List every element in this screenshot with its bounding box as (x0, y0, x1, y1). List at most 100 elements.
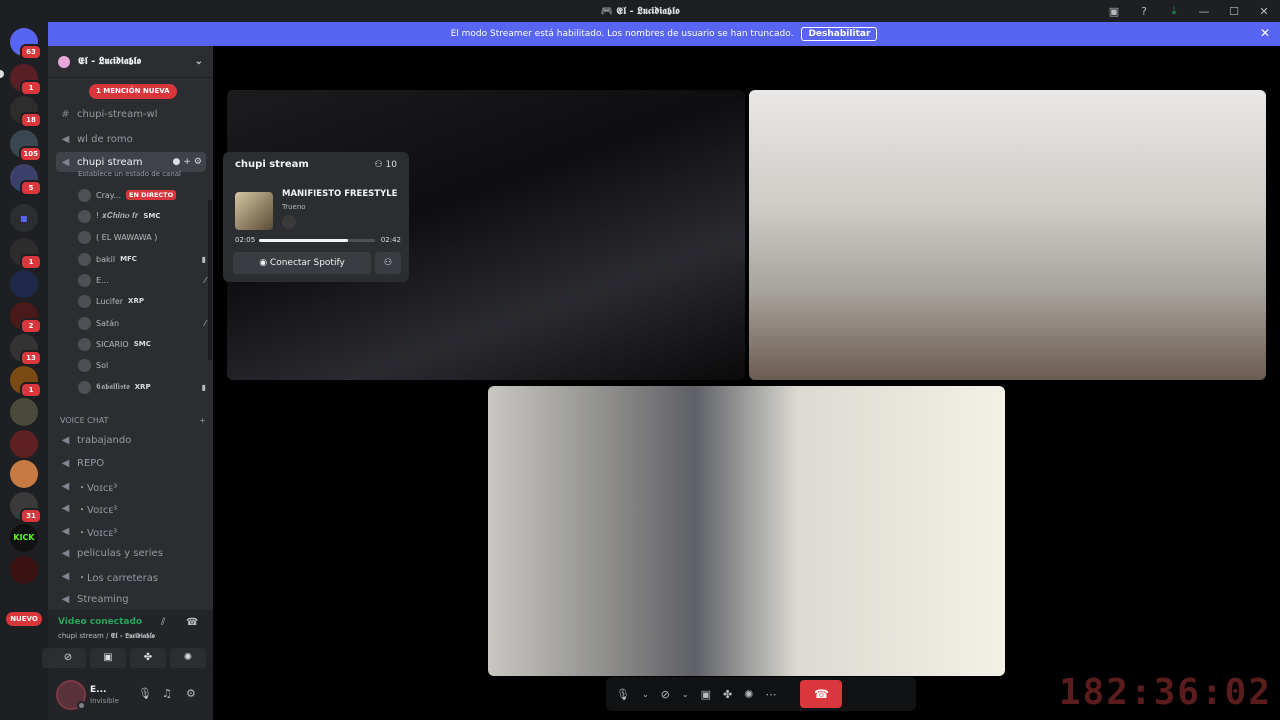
speaker-icon: ◀ (61, 593, 70, 605)
guild-header[interactable]: 𝕰𝖑 - 𝕷𝖚𝖈𝖎𝖉𝖎𝖆𝖇𝖑𝖔 ⌄ (48, 46, 213, 78)
voice-member[interactable]: Lucifer XRP (78, 292, 206, 310)
activities-button[interactable]: ✤ (130, 648, 166, 668)
server-icon[interactable] (10, 270, 38, 298)
call-controls: 🎙 ⌄ ⊘ ⌄ ▣ ✤ ✺ ⋯ ☎ (606, 677, 916, 711)
help-icon[interactable]: ? (1136, 5, 1152, 18)
gear-icon[interactable]: ⚙ (194, 157, 202, 167)
video-tile[interactable] (749, 90, 1266, 380)
close-icon[interactable]: ✕ (1260, 26, 1270, 40)
minimize-icon[interactable]: — (1196, 5, 1212, 18)
voice-member[interactable]: bakil MFC ▮ (78, 250, 206, 268)
sidebar-scrollbar[interactable] (208, 200, 212, 360)
member-name: Sol (96, 360, 109, 370)
voice-connection-panel: Video conectado chupi stream / 𝕰𝖑 - 𝕷𝖚𝖈𝖎… (42, 610, 213, 672)
direct-messages-icon[interactable]: 63 (10, 28, 42, 60)
download-icon[interactable]: ⤓ (1166, 4, 1182, 18)
headphones-icon[interactable]: ♫ (162, 687, 172, 700)
hang-up-button[interactable]: ☎ (800, 680, 843, 708)
chevron-down-icon[interactable]: ⌄ (195, 56, 203, 67)
soundboard-button[interactable]: ✺ (170, 648, 206, 668)
server-icon[interactable]: 31 (10, 492, 42, 524)
voice-member[interactable]: SICARIO SMC (78, 335, 206, 353)
voice-member[interactable]: ( EL WAWAWA ) (78, 228, 206, 246)
voice-status[interactable]: Video conectado (58, 617, 142, 627)
channel-label: ・Voɪᴄᴇ³ (77, 504, 118, 516)
screen-share-icon[interactable]: ▣ (701, 688, 711, 701)
channel-status[interactable]: Establece un estado de canal (78, 170, 181, 178)
video-tile[interactable] (488, 386, 1005, 676)
channel-item-voice[interactable]: ◀ ・Voɪᴄᴇ³ (56, 476, 206, 496)
folder-icon[interactable]: ▪ (10, 204, 38, 232)
channel-item-voice[interactable]: ◀ ・Voɪᴄᴇ³ (56, 498, 206, 518)
chevron-down-icon[interactable]: ⌄ (682, 690, 689, 699)
server-icon[interactable]: 1 (10, 64, 42, 96)
disable-streamer-mode-button[interactable]: Deshabilitar (801, 27, 878, 41)
new-badge[interactable]: NUEVO (6, 612, 42, 626)
more-icon[interactable]: ⋯ (765, 688, 776, 701)
gear-icon[interactable]: ⚙ (186, 687, 196, 700)
close-icon[interactable]: ✕ (1256, 5, 1272, 18)
invite-icon[interactable]: + (183, 157, 191, 167)
server-icon[interactable] (10, 460, 38, 488)
kick-server-icon[interactable]: KICK (10, 524, 38, 552)
server-icon[interactable]: 1 (10, 366, 42, 398)
channel-label: Streaming (77, 593, 129, 605)
voice-member[interactable]: E... ⁄ (78, 271, 206, 289)
voice-member[interactable]: Sol (78, 356, 206, 374)
server-icon[interactable] (10, 556, 38, 584)
video-stage (213, 46, 1280, 720)
speaker-icon: ◀ (61, 133, 70, 145)
channel-item-voice[interactable]: ◀ ・Voɪᴄᴇ³ (56, 521, 206, 541)
channel-item-voice-active[interactable]: ◀ chupi stream ● + ⚙ (56, 152, 206, 172)
channel-item-text[interactable]: # chupi-stream-wl (56, 104, 206, 124)
connect-spotify-button[interactable]: ◉ Conectar Spotify (233, 252, 371, 274)
invite-listener-button[interactable]: ⚇ (375, 252, 401, 274)
unread-badge: 63 (20, 44, 42, 60)
server-icon[interactable]: 105 (10, 130, 42, 162)
channel-item-voice[interactable]: ◀ Streaming (56, 589, 206, 609)
noise-suppression-icon[interactable]: ⫽ (161, 617, 165, 628)
elapsed-time: 02:05 (235, 236, 256, 244)
microphone-icon[interactable]: 🎙 (138, 687, 152, 700)
people-icon: ⚇ (374, 160, 386, 170)
screen-share-button[interactable]: ▣ (90, 648, 126, 668)
category-voice-chat[interactable]: VOICE CHAT + (60, 416, 206, 425)
camera-off-button[interactable]: ⊘ (50, 648, 86, 668)
server-icon[interactable]: 1 (10, 238, 42, 270)
spotify-activity-card: chupi stream ⚇ 10 MANIFIESTO FREESTYLE T… (223, 152, 409, 282)
server-icon[interactable]: 13 (10, 334, 42, 366)
camera-off-icon[interactable]: ⊘ (661, 688, 670, 701)
voice-member[interactable]: ! 𝒙𝑪𝒉𝒊𝒏𝒐 𝒇𝒓 SMC (78, 207, 206, 225)
disconnect-icon[interactable]: ☎ (186, 617, 198, 628)
voice-member[interactable]: Satán ⁄ (78, 314, 206, 332)
microphone-icon[interactable]: 🎙 (616, 688, 630, 701)
server-icon[interactable]: 2 (10, 302, 42, 334)
channel-item-voice[interactable]: ◀ wl de romo (56, 129, 206, 149)
plus-icon[interactable]: + (199, 416, 206, 425)
channel-item-voice[interactable]: ◀ trabajando (56, 430, 206, 450)
server-icon[interactable]: 18 (10, 96, 42, 128)
server-icon[interactable] (10, 398, 38, 426)
member-name: Satán (96, 318, 120, 328)
maximize-icon[interactable]: ☐ (1226, 5, 1242, 18)
voice-guild-name: 𝕰𝖑 - 𝕷𝖚𝖈𝖎𝖉𝖎𝖆𝖇𝖑𝖔 (110, 631, 155, 640)
album-art (235, 192, 273, 230)
server-icon[interactable]: 5 (10, 164, 42, 196)
chat-icon[interactable]: ● (173, 157, 181, 167)
user-status: Invisible (90, 697, 119, 705)
member-name: Lucifer (96, 296, 124, 306)
new-mention-pill[interactable]: 1 MENCIÓN NUEVA (89, 84, 177, 99)
activities-icon[interactable]: ✤ (723, 688, 732, 701)
chevron-down-icon[interactable]: ⌄ (642, 690, 649, 699)
user-panel: E... Invisible 🎙 ♫ ⚙ (48, 672, 213, 720)
voice-member[interactable]: Cray... EN DIRECTO (78, 186, 206, 204)
channel-item-voice[interactable]: ◀ ・Los carreteras (56, 566, 206, 586)
server-icon[interactable] (10, 430, 38, 458)
soundboard-icon[interactable]: ✺ (744, 688, 753, 701)
voice-member[interactable]: 𝕮𝖆𝖇𝖆𝖑𝖑𝖎𝖘𝖙𝖔 XRP ▮ (78, 378, 206, 396)
username[interactable]: E... (90, 685, 106, 695)
avatar[interactable] (56, 680, 86, 710)
screen-share-icon[interactable]: ▣ (1106, 5, 1122, 18)
channel-item-voice[interactable]: ◀ peliculas y series (56, 543, 206, 563)
channel-item-voice[interactable]: ◀ REPO (56, 453, 206, 473)
